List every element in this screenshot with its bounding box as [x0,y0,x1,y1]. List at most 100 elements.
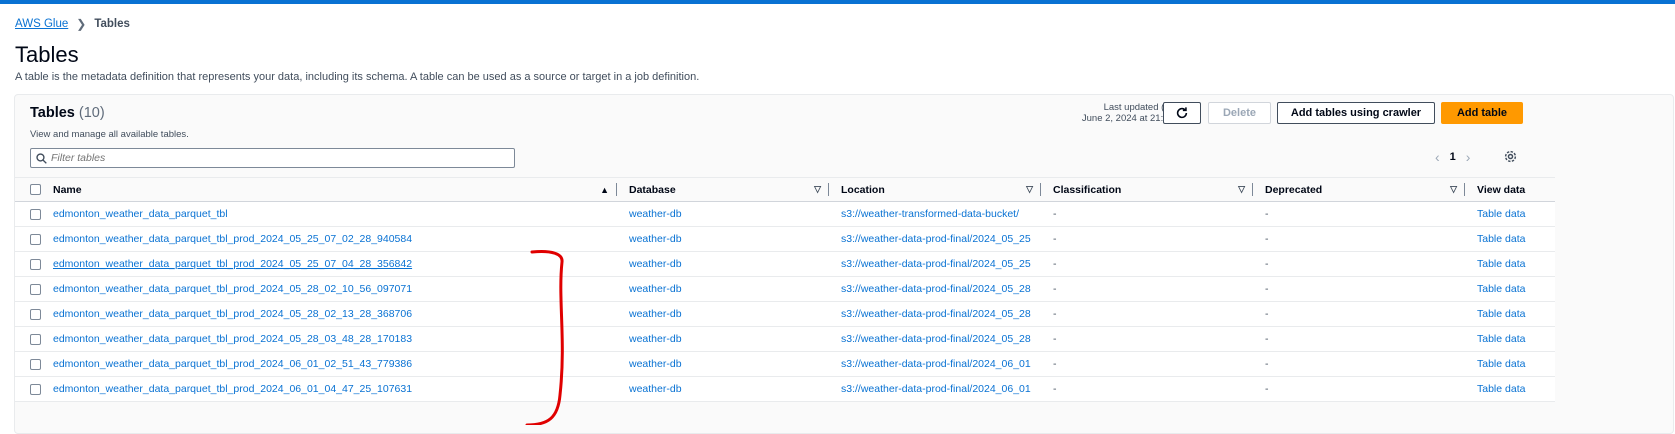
row-checkbox[interactable] [30,233,41,245]
delete-button[interactable]: Delete [1208,102,1271,124]
table-name-link[interactable]: edmonton_weather_data_parquet_tbl_prod_2… [53,233,412,245]
table-data-link[interactable]: Table data [1477,208,1525,220]
location-link[interactable]: s3://weather-data-prod-final/2024_06_01 [841,383,1031,395]
location-link[interactable]: s3://weather-data-prod-final/2024_05_28 [841,283,1031,295]
table-row[interactable]: edmonton_weather_data_parquet_tbl_prod_2… [15,301,1555,327]
location-link[interactable]: s3://weather-transformed-data-bucket/ [841,208,1019,220]
table-header-row: Name ▲ Database ▽ Location ▽ Classification… [15,177,1555,202]
table-data-link[interactable]: Table data [1477,333,1525,345]
table-data-link[interactable]: Table data [1477,358,1525,370]
chevron-left-icon[interactable]: ‹ [1435,149,1440,165]
location-link[interactable]: s3://weather-data-prod-final/2024_05_28 [841,333,1031,345]
table-name-link[interactable]: edmonton_weather_data_parquet_tbl [53,208,228,220]
sort-icon[interactable]: ▽ [1238,184,1245,195]
deprecated-value: - [1253,251,1465,277]
column-header-classification[interactable]: Classification ▽ [1041,177,1253,202]
gear-icon[interactable] [1504,150,1517,168]
location-link[interactable]: s3://weather-data-prod-final/2024_05_28 [841,308,1031,320]
classification-value: - [1041,226,1253,252]
table-row[interactable]: edmonton_weather_data_parquet_tbl_prod_2… [15,251,1555,277]
table-data-link[interactable]: Table data [1477,233,1525,245]
add-table-button[interactable]: Add table [1441,102,1523,124]
tables-panel: Tables (10) View and manage all availabl… [14,94,1674,434]
filter-tables-input[interactable] [51,152,491,164]
database-link[interactable]: weather-db [629,233,682,245]
location-link[interactable]: s3://weather-data-prod-final/2024_05_25 [841,258,1031,270]
database-link[interactable]: weather-db [629,208,682,220]
table-row[interactable]: edmonton_weather_data_parquet_tbl_prod_2… [15,351,1555,377]
column-label: View data [1477,183,1526,196]
column-header-database[interactable]: Database ▽ [617,177,829,202]
sort-icon[interactable]: ▽ [1026,184,1033,195]
column-label: Location [841,183,885,196]
database-link[interactable]: weather-db [629,283,682,295]
select-all-cell [15,177,53,202]
table-row[interactable]: edmonton_weather_data_parquet_tbl_prod_2… [15,226,1555,252]
tables-table: Name ▲ Database ▽ Location ▽ Classification… [15,177,1555,402]
classification-value: - [1041,301,1253,327]
page-title: Tables [15,42,79,67]
page-number[interactable]: 1 [1450,151,1456,163]
sort-icon[interactable]: ▽ [814,184,821,195]
database-link[interactable]: weather-db [629,258,682,270]
add-tables-using-crawler-button[interactable]: Add tables using crawler [1277,102,1435,124]
row-checkbox[interactable] [30,208,41,220]
refresh-icon [1176,107,1188,119]
deprecated-value: - [1253,376,1465,402]
top-accent-bar [0,0,1675,4]
chevron-right-icon: ❯ [76,17,87,31]
sort-ascending-icon[interactable]: ▲ [600,185,609,195]
table-row[interactable]: edmonton_weather_data_parquet_tbl_prod_2… [15,376,1555,402]
classification-value: - [1041,251,1253,277]
chevron-right-icon[interactable]: › [1466,149,1471,165]
column-label: Classification [1053,183,1122,196]
refresh-button[interactable] [1163,102,1201,124]
row-checkbox[interactable] [30,283,41,295]
table-row[interactable]: edmonton_weather_data_parquet_tbl_prod_2… [15,276,1555,302]
database-link[interactable]: weather-db [629,383,682,395]
database-link[interactable]: weather-db [629,358,682,370]
database-link[interactable]: weather-db [629,333,682,345]
column-header-deprecated[interactable]: Deprecated ▽ [1253,177,1465,202]
breadcrumb: AWS Glue ❯ Tables [15,17,130,31]
sort-icon[interactable]: ▽ [1450,184,1457,195]
row-checkbox[interactable] [30,258,41,270]
table-name-link[interactable]: edmonton_weather_data_parquet_tbl_prod_2… [53,333,412,345]
row-checkbox[interactable] [30,383,41,395]
table-data-link[interactable]: Table data [1477,283,1525,295]
deprecated-value: - [1253,351,1465,377]
deprecated-value: - [1253,301,1465,327]
table-row[interactable]: edmonton_weather_data_parquet_tbl_prod_2… [15,326,1555,352]
row-checkbox[interactable] [30,333,41,345]
table-data-link[interactable]: Table data [1477,383,1525,395]
panel-title: Tables (10) [30,105,105,121]
table-name-link[interactable]: edmonton_weather_data_parquet_tbl_prod_2… [53,283,412,295]
table-name-link[interactable]: edmonton_weather_data_parquet_tbl_prod_2… [53,358,412,370]
breadcrumb-aws-glue-link[interactable]: AWS Glue [15,18,68,30]
location-link[interactable]: s3://weather-data-prod-final/2024_05_25 [841,233,1031,245]
row-checkbox[interactable] [30,358,41,370]
table-name-link[interactable]: edmonton_weather_data_parquet_tbl_prod_2… [53,383,412,395]
table-count: (10) [78,105,105,121]
select-all-checkbox[interactable] [30,184,41,196]
column-label: Database [629,183,676,196]
search-icon [31,152,51,164]
pagination: ‹ 1 › [1435,149,1470,165]
table-row[interactable]: edmonton_weather_data_parquet_tbl weathe… [15,201,1555,227]
table-name-link[interactable]: edmonton_weather_data_parquet_tbl_prod_2… [53,258,412,270]
location-link[interactable]: s3://weather-data-prod-final/2024_06_01 [841,358,1031,370]
row-checkbox[interactable] [30,308,41,320]
database-link[interactable]: weather-db [629,308,682,320]
breadcrumb-current: Tables [94,18,130,30]
table-data-link[interactable]: Table data [1477,258,1525,270]
table-data-link[interactable]: Table data [1477,308,1525,320]
column-header-name[interactable]: Name ▲ [53,177,617,202]
column-label: Deprecated [1265,183,1323,196]
page-description: A table is the metadata definition that … [15,71,700,83]
filter-tables-search [30,148,515,168]
deprecated-value: - [1253,326,1465,352]
table-name-link[interactable]: edmonton_weather_data_parquet_tbl_prod_2… [53,308,412,320]
column-header-location[interactable]: Location ▽ [829,177,1041,202]
deprecated-value: - [1253,226,1465,252]
deprecated-value: - [1253,276,1465,302]
